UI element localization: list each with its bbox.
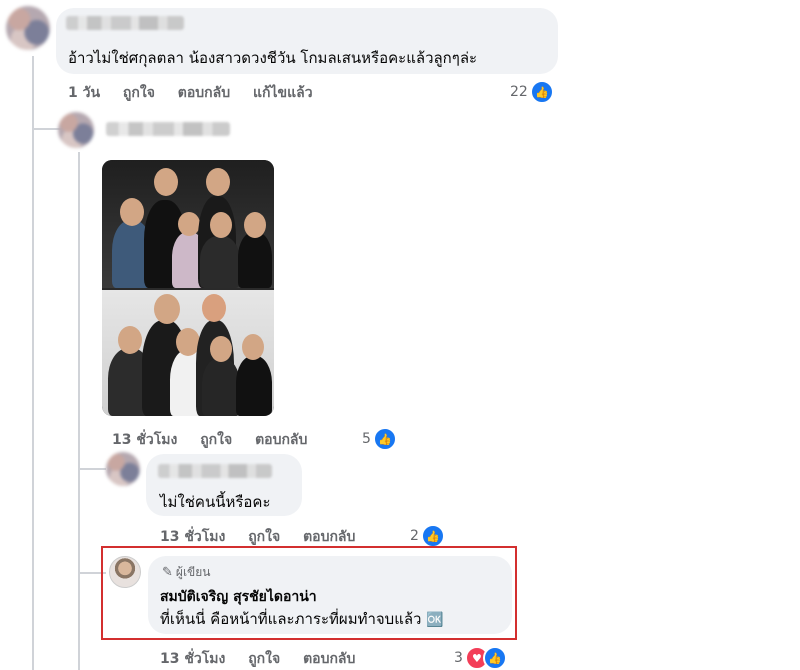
reply-button[interactable]: ตอบกลับ [178, 85, 230, 101]
reaction-summary[interactable]: 3 ♥ 👍 [454, 646, 507, 670]
like-button[interactable]: ถูกใจ [248, 529, 280, 545]
like-button[interactable]: ถูกใจ [123, 85, 155, 101]
thread-line [32, 56, 34, 670]
comment-text: ที่เห็นนี่ คือหน้าที่และภาระที่ผมทำจบแล้… [160, 607, 444, 631]
comment-text-body: ที่เห็นนี่ คือหน้าที่และภาระที่ผมทำจบแล้… [160, 610, 422, 628]
photo-bottom [102, 290, 274, 416]
commenter-name[interactable] [106, 122, 230, 136]
reply-button[interactable]: ตอบกลับ [303, 651, 355, 667]
ok-emoji: 🆗 [426, 612, 444, 628]
reaction-count: 2 [410, 528, 419, 544]
reaction-count: 5 [362, 431, 371, 447]
reaction-summary[interactable]: 22 👍 [510, 80, 554, 104]
comment-time[interactable]: 13 ชั่วโมง [160, 651, 225, 667]
comment-actions: 13 ชั่วโมง ถูกใจ ตอบกลับ [160, 648, 373, 670]
thread-line-inner [78, 152, 80, 670]
comment-photo[interactable] [102, 160, 274, 416]
like-button[interactable]: ถูกใจ [200, 432, 232, 448]
like-button[interactable]: ถูกใจ [248, 651, 280, 667]
comment-time[interactable]: 1 วัน [68, 85, 100, 101]
comment-text: ไม่ใช่คนนี้หรือคะ [160, 493, 271, 511]
pencil-icon: ✎ [162, 565, 173, 580]
like-icon: 👍 [482, 646, 507, 670]
comment-actions: 1 วัน ถูกใจ ตอบกลับ แก้ไขแล้ว [68, 82, 331, 104]
avatar[interactable] [106, 452, 140, 486]
commenter-name[interactable]: สมบัติเจริญ สุรชัยไดอาน่า [160, 586, 317, 608]
reaction-summary[interactable]: 5 👍 [362, 427, 397, 451]
edited-label: แก้ไขแล้ว [253, 85, 313, 101]
reply-button[interactable]: ตอบกลับ [303, 529, 355, 545]
comment-actions: 13 ชั่วโมง ถูกใจ ตอบกลับ [160, 526, 373, 548]
author-avatar[interactable] [109, 556, 141, 588]
author-badge: ✎ ผู้เขียน [162, 563, 210, 582]
reply-button[interactable]: ตอบกลับ [255, 432, 307, 448]
commenter-name[interactable] [158, 464, 272, 478]
photo-top [102, 160, 274, 288]
commenter-name[interactable] [66, 16, 184, 30]
comment-time[interactable]: 13 ชั่วโมง [160, 529, 225, 545]
like-icon: 👍 [372, 427, 397, 451]
like-icon: 👍 [420, 524, 445, 548]
reaction-summary[interactable]: 2 👍 [410, 524, 445, 548]
author-badge-label: ผู้เขียน [175, 565, 211, 579]
comment-actions: 13 ชั่วโมง ถูกใจ ตอบกลับ [112, 429, 325, 451]
like-icon: 👍 [529, 80, 554, 104]
comment-time[interactable]: 13 ชั่วโมง [112, 432, 177, 448]
reaction-count: 22 [510, 84, 528, 100]
reaction-count: 3 [454, 650, 463, 666]
avatar[interactable] [6, 6, 50, 50]
avatar[interactable] [58, 112, 94, 148]
comment-text: อ้าวไม่ใช่ศกุลตลา น้องสาวดวงชีวัน โกมลเส… [68, 49, 478, 67]
thread-line-branch [78, 468, 106, 470]
